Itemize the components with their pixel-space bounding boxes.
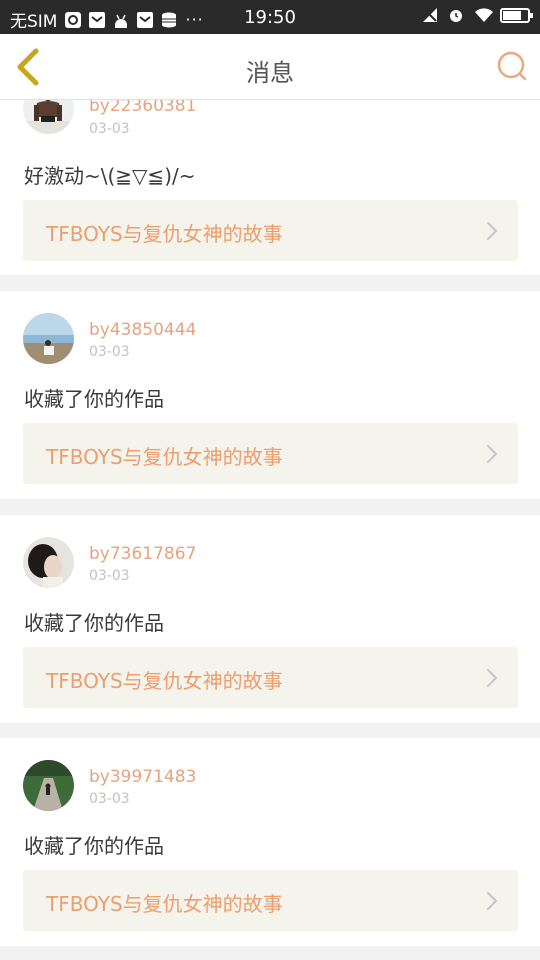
message-text: 收藏了你的作品: [24, 387, 164, 411]
chevron-right-icon: [487, 892, 498, 910]
search-icon: [497, 51, 527, 81]
nav-bar: 消息: [0, 34, 540, 100]
work-link[interactable]: TFBOYS与复仇女神的故事: [23, 423, 518, 484]
page-title: 消息: [246, 59, 294, 87]
username[interactable]: by22360381: [89, 100, 196, 116]
avatar[interactable]: [23, 100, 74, 134]
status-bar: 无SIM ··· 19:50: [0, 0, 540, 34]
message-card: by43850444 03-03 收藏了你的作品 TFBOYS与复仇女神的故事: [0, 291, 540, 499]
message-text: 好激动~\(≧▽≦)/~: [24, 164, 196, 188]
username[interactable]: by73617867: [89, 544, 196, 564]
message-card: by22360381 03-03 好激动~\(≧▽≦)/~ TFBOYS与复仇女…: [0, 100, 540, 275]
search-button[interactable]: [496, 50, 528, 82]
message-text: 收藏了你的作品: [24, 834, 164, 858]
avatar[interactable]: [23, 760, 74, 811]
work-link[interactable]: TFBOYS与复仇女神的故事: [23, 200, 518, 261]
work-link[interactable]: TFBOYS与复仇女神的故事: [23, 647, 518, 708]
timestamp: 03-03: [89, 568, 130, 584]
battery-icon: [500, 7, 533, 23]
alarm-icon: [448, 7, 464, 23]
timestamp: 03-03: [89, 791, 130, 807]
work-link[interactable]: TFBOYS与复仇女神的故事: [23, 870, 518, 931]
message-text: 收藏了你的作品: [24, 611, 164, 635]
work-title: TFBOYS与复仇女神的故事: [46, 445, 283, 469]
timestamp: 03-03: [89, 121, 130, 137]
wifi-icon: [474, 7, 493, 23]
work-title: TFBOYS与复仇女神的故事: [46, 892, 283, 916]
avatar[interactable]: [23, 313, 74, 364]
timestamp: 03-03: [89, 344, 130, 360]
message-list[interactable]: by22360381 03-03 好激动~\(≧▽≦)/~ TFBOYS与复仇女…: [0, 100, 540, 960]
message-card: by73617867 03-03 收藏了你的作品 TFBOYS与复仇女神的故事: [0, 515, 540, 723]
username[interactable]: by43850444: [89, 320, 196, 340]
work-title: TFBOYS与复仇女神的故事: [46, 222, 283, 246]
status-right: [422, 7, 533, 23]
chevron-right-icon: [487, 445, 498, 463]
chevron-right-icon: [487, 669, 498, 687]
work-title: TFBOYS与复仇女神的故事: [46, 669, 283, 693]
message-card: by39971483 03-03 收藏了你的作品 TFBOYS与复仇女神的故事: [0, 738, 540, 946]
signal-off-icon: [422, 7, 438, 23]
avatar[interactable]: [23, 537, 74, 588]
chevron-right-icon: [487, 222, 498, 240]
username[interactable]: by39971483: [89, 767, 196, 787]
